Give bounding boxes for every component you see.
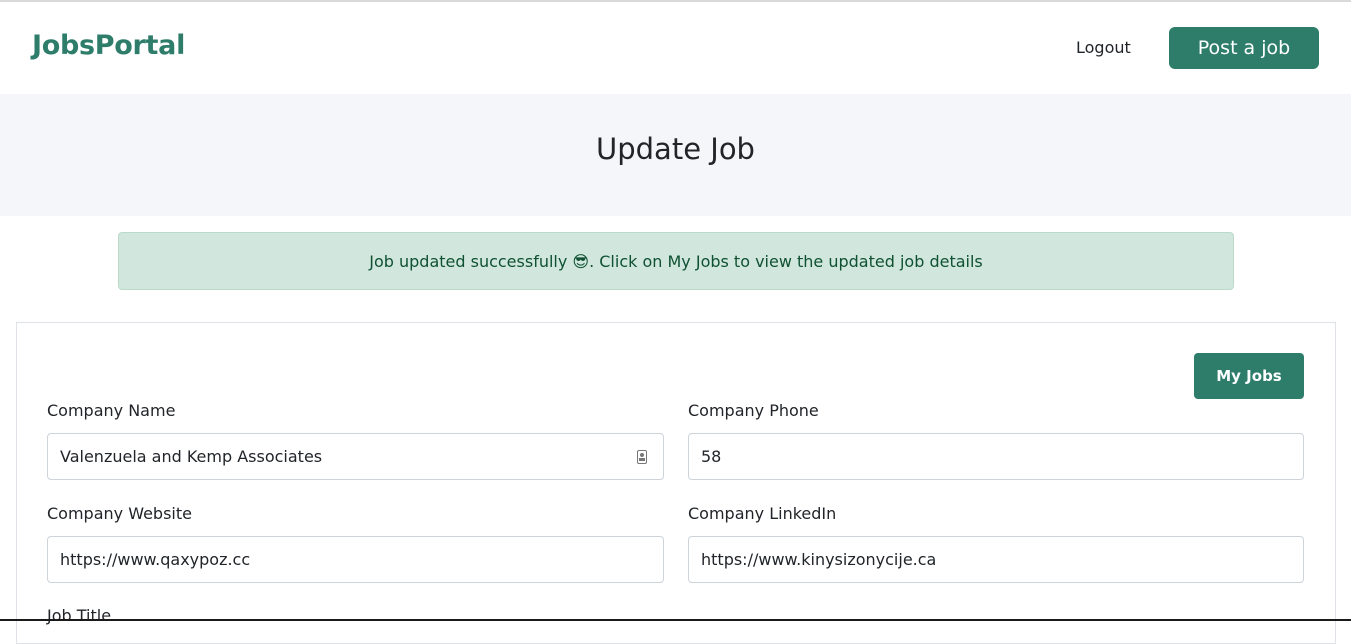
my-jobs-button[interactable]: My Jobs bbox=[1194, 353, 1304, 399]
brand-logo[interactable]: JobsPortal bbox=[32, 30, 185, 61]
job-title-label: Job Title bbox=[47, 606, 112, 625]
navbar: JobsPortal Logout Post a job bbox=[0, 2, 1351, 94]
logout-link[interactable]: Logout bbox=[1076, 38, 1131, 57]
company-website-label: Company Website bbox=[47, 504, 192, 523]
company-linkedin-label: Company LinkedIn bbox=[688, 504, 837, 523]
form-card bbox=[16, 322, 1336, 644]
company-name-label: Company Name bbox=[47, 401, 176, 420]
company-phone-input[interactable] bbox=[688, 433, 1304, 480]
post-job-button[interactable]: Post a job bbox=[1169, 27, 1319, 69]
company-website-input[interactable] bbox=[47, 536, 664, 583]
success-alert: Job updated successfully 😎. Click on My … bbox=[118, 232, 1234, 290]
company-name-input[interactable] bbox=[47, 433, 664, 480]
company-phone-label: Company Phone bbox=[688, 401, 819, 420]
company-linkedin-input[interactable] bbox=[688, 536, 1304, 583]
contact-card-icon[interactable] bbox=[637, 450, 647, 464]
page-header: Update Job bbox=[0, 94, 1351, 216]
page-title: Update Job bbox=[596, 132, 755, 166]
